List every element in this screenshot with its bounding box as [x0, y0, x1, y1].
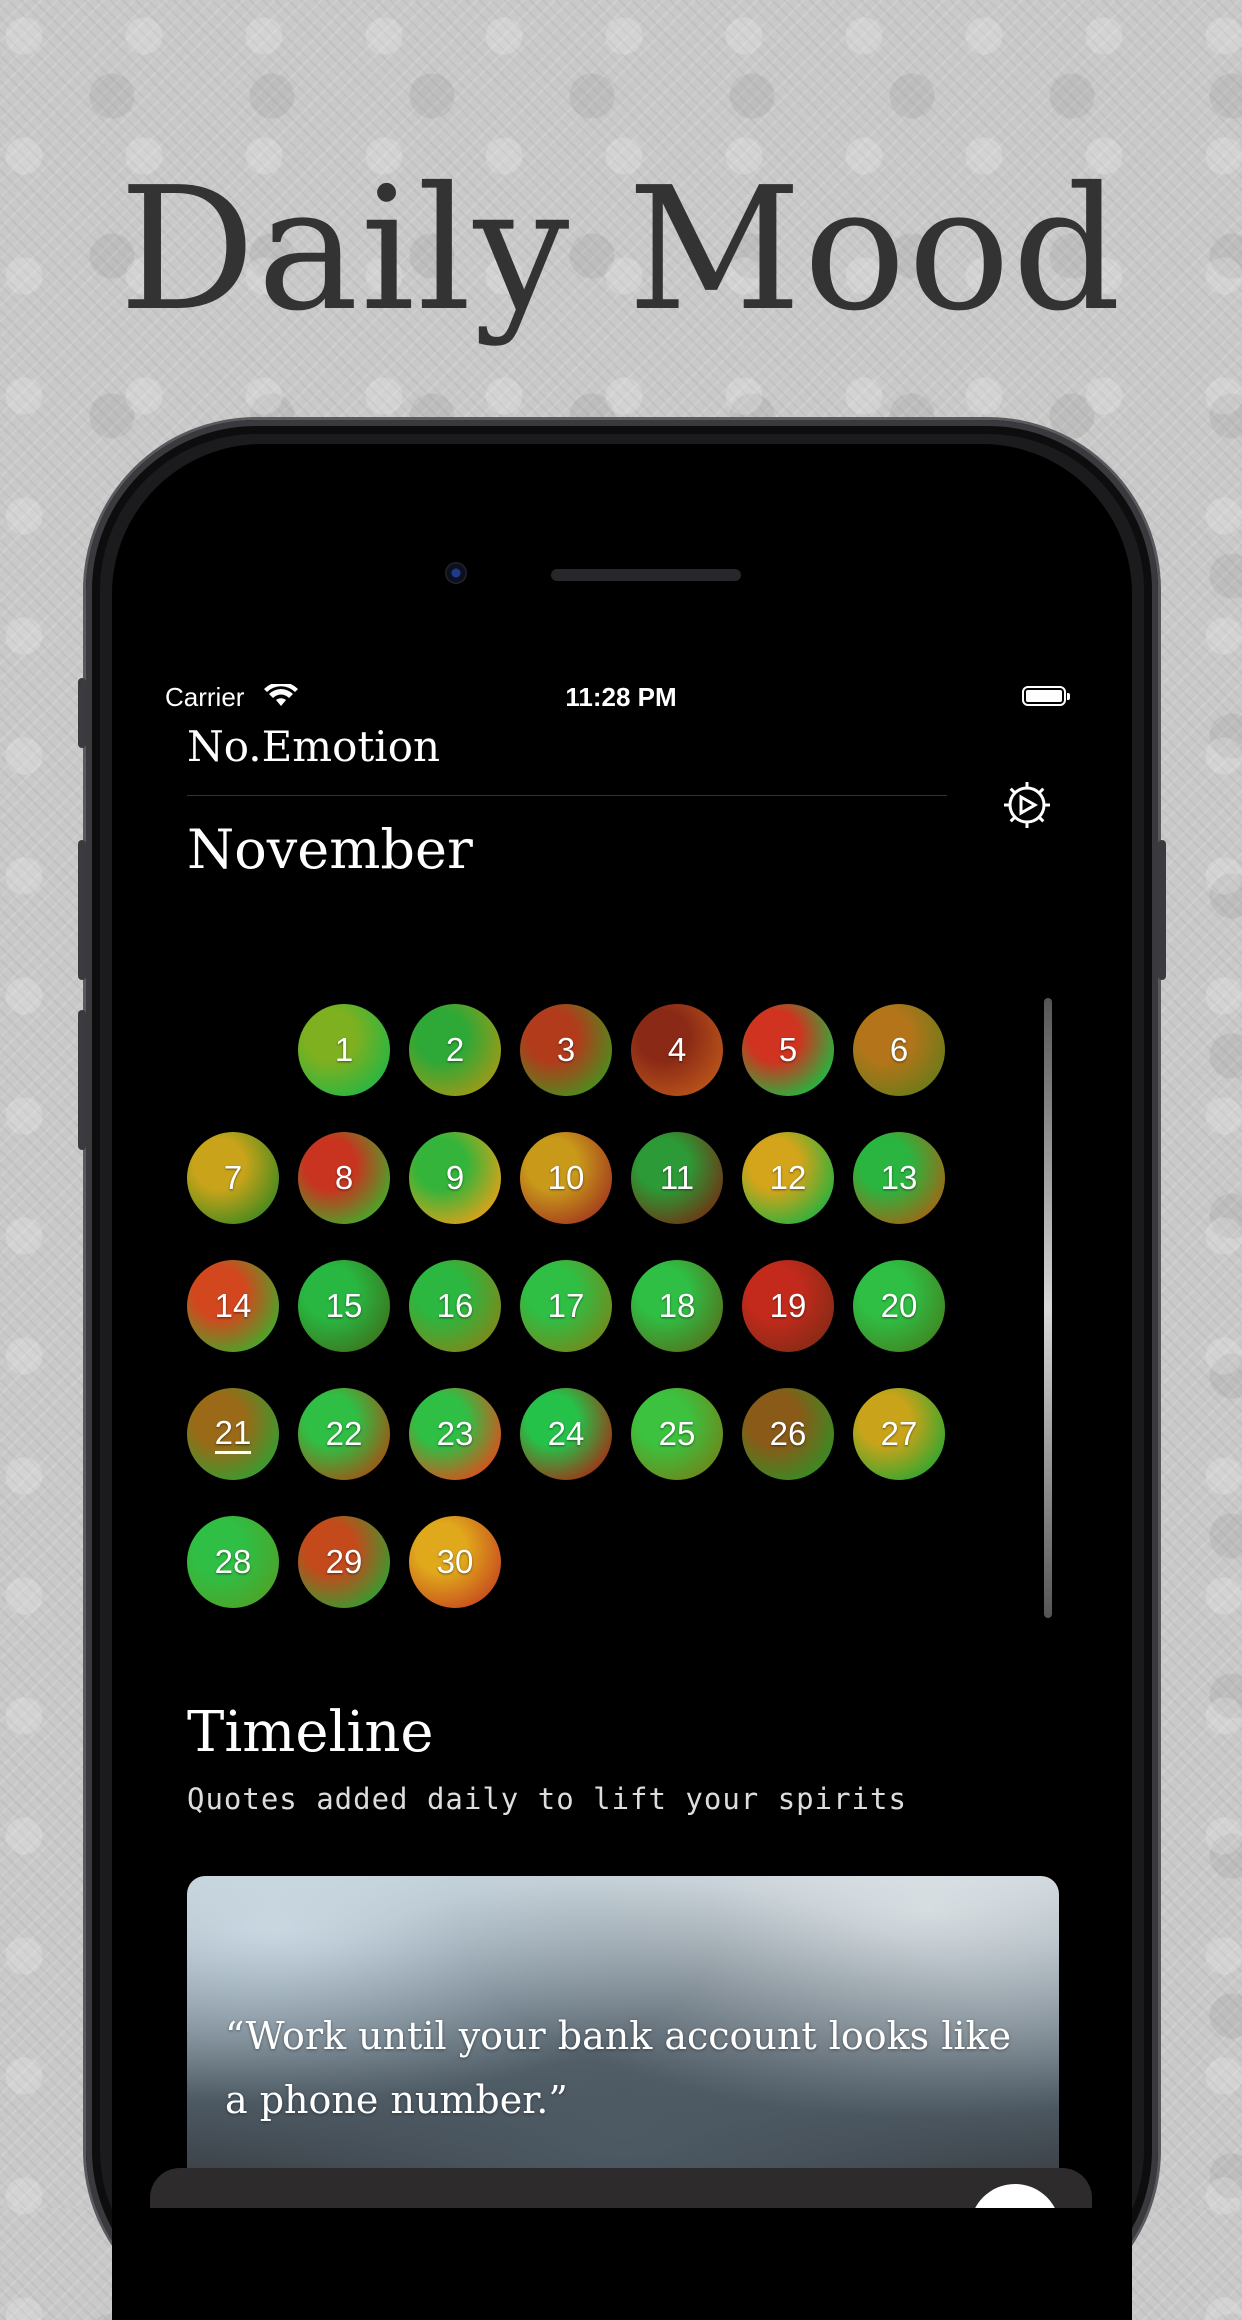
- calendar-day-20[interactable]: 20: [853, 1260, 945, 1352]
- app-screen: Carrier 11:28 PM No.Emotion November 123…: [150, 670, 1092, 2208]
- calendar-day-4[interactable]: 4: [631, 1004, 723, 1096]
- quote-text: “Work until your bank account looks like…: [225, 2014, 1012, 2122]
- calendar-day-label: 1: [334, 1031, 354, 1068]
- mute-switch: [78, 678, 86, 748]
- calendar-day-30[interactable]: 30: [409, 1516, 501, 1608]
- calendar-day-23[interactable]: 23: [409, 1388, 501, 1480]
- gear-icon[interactable]: [1000, 778, 1054, 832]
- calendar-day-label: 28: [214, 1543, 252, 1580]
- calendar-scrollbar[interactable]: [1044, 998, 1052, 1618]
- calendar-day-13[interactable]: 13: [853, 1132, 945, 1224]
- volume-up-button: [78, 840, 86, 980]
- status-time: 11:28 PM: [565, 682, 677, 712]
- calendar-day-12[interactable]: 12: [742, 1132, 834, 1224]
- calendar-day-label: 9: [445, 1159, 465, 1196]
- calendar-day-label: 20: [880, 1287, 918, 1324]
- calendar-day-label: 8: [334, 1159, 354, 1196]
- front-camera: [445, 562, 467, 584]
- calendar-day-label: 24: [547, 1415, 585, 1452]
- calendar-day-16[interactable]: 16: [409, 1260, 501, 1352]
- calendar-day-11[interactable]: 11: [631, 1132, 723, 1224]
- calendar-day-8[interactable]: 8: [298, 1132, 390, 1224]
- calendar-day-26[interactable]: 26: [742, 1388, 834, 1480]
- quote-card[interactable]: “Work until your bank account looks like…: [187, 1876, 1059, 2208]
- calendar-day-label: 27: [880, 1415, 918, 1452]
- calendar-day-28[interactable]: 28: [187, 1516, 279, 1608]
- calendar-day-29[interactable]: 29: [298, 1516, 390, 1608]
- calendar-day-label: 22: [325, 1415, 363, 1452]
- calendar-day-label: 17: [547, 1287, 585, 1324]
- month-title: November: [187, 818, 473, 881]
- calendar-day-15[interactable]: 15: [298, 1260, 390, 1352]
- app-title: No.Emotion: [187, 722, 441, 771]
- add-mood-button[interactable]: [970, 2184, 1060, 2208]
- calendar-day-9[interactable]: 9: [409, 1132, 501, 1224]
- timeline-subtitle: Quotes added daily to lift your spirits: [187, 1782, 907, 1816]
- calendar-day-label: 23: [436, 1415, 474, 1452]
- calendar-day-label: 7: [223, 1159, 243, 1196]
- calendar-day-label: 15: [325, 1287, 363, 1324]
- calendar-day-label: 18: [658, 1287, 696, 1324]
- calendar-day-label: 19: [769, 1287, 807, 1324]
- volume-down-button: [78, 1010, 86, 1150]
- calendar-day-label: 26: [769, 1415, 807, 1452]
- headline: Daily Mood: [118, 151, 1124, 349]
- calendar-day-1[interactable]: 1: [298, 1004, 390, 1096]
- calendar-day-label: 5: [778, 1031, 798, 1068]
- calendar-day-label: 30: [436, 1543, 474, 1580]
- calendar-day-label: 29: [325, 1543, 363, 1580]
- calendar-day-label: 3: [556, 1031, 576, 1068]
- calendar-day-label: 14: [214, 1287, 252, 1324]
- calendar-day-label: 21: [214, 1414, 252, 1454]
- calendar-day-19[interactable]: 19: [742, 1260, 834, 1352]
- calendar-day-5[interactable]: 5: [742, 1004, 834, 1096]
- calendar-day-label: 11: [659, 1159, 695, 1196]
- calendar-day-22[interactable]: 22: [298, 1388, 390, 1480]
- power-button: [1158, 840, 1166, 980]
- calendar-day-14[interactable]: 14: [187, 1260, 279, 1352]
- calendar-day-label: 4: [667, 1031, 687, 1068]
- timeline-title: Timeline: [187, 1700, 434, 1765]
- bottom-bar: [150, 2168, 1092, 2208]
- calendar-day-7[interactable]: 7: [187, 1132, 279, 1224]
- calendar-day-18[interactable]: 18: [631, 1260, 723, 1352]
- calendar-day-label: 12: [769, 1159, 807, 1196]
- status-bar: Carrier 11:28 PM: [150, 678, 1092, 714]
- calendar-day-3[interactable]: 3: [520, 1004, 612, 1096]
- calendar-day-17[interactable]: 17: [520, 1260, 612, 1352]
- calendar-day-label: 16: [436, 1287, 474, 1324]
- earpiece-speaker: [551, 569, 741, 581]
- calendar-day-2[interactable]: 2: [409, 1004, 501, 1096]
- calendar-day-6[interactable]: 6: [853, 1004, 945, 1096]
- calendar-day-label: 25: [658, 1415, 696, 1452]
- calendar-day-label: 2: [445, 1031, 465, 1068]
- calendar-day-label: 10: [547, 1159, 585, 1196]
- calendar-day-10[interactable]: 10: [520, 1132, 612, 1224]
- calendar-day-21[interactable]: 21: [187, 1388, 279, 1480]
- battery-icon: [1022, 686, 1070, 706]
- calendar-day-27[interactable]: 27: [853, 1388, 945, 1480]
- header-divider: [187, 795, 947, 796]
- calendar-day-24[interactable]: 24: [520, 1388, 612, 1480]
- calendar-day-25[interactable]: 25: [631, 1388, 723, 1480]
- calendar-day-label: 13: [880, 1159, 918, 1196]
- calendar-day-label: 6: [889, 1031, 909, 1068]
